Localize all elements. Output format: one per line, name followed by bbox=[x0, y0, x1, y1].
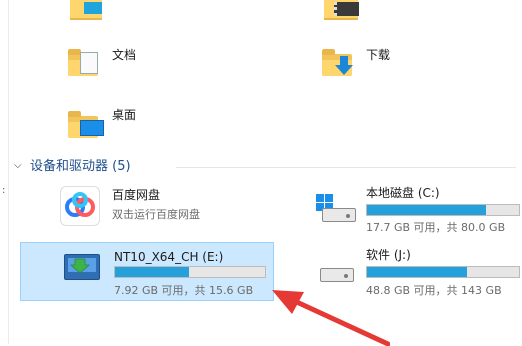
folder-label: 下载 bbox=[366, 48, 391, 62]
device-e-drive[interactable]: NT10_X64_CH (E:) 7.92 GB 可用，共 15.6 GB bbox=[56, 244, 276, 300]
folder-item-documents[interactable]: 文档 bbox=[66, 42, 246, 86]
baidu-netdisk-icon bbox=[60, 186, 100, 226]
drive-usage-fill bbox=[367, 267, 468, 277]
device-baidu-netdisk[interactable]: 百度网盘 双击运行百度网盘 bbox=[56, 186, 286, 232]
navigation-pane-edge bbox=[0, 0, 9, 344]
dvd-drive-icon bbox=[64, 254, 100, 280]
drive-name: 本地磁盘 (C:) bbox=[366, 186, 440, 200]
drive-space: 7.92 GB 可用，共 15.6 GB bbox=[114, 284, 254, 297]
download-arrow-icon bbox=[335, 56, 353, 75]
monitor-icon bbox=[80, 120, 104, 136]
folder-label: 桌面 bbox=[112, 108, 137, 122]
device-subtitle: 双击运行百度网盘 bbox=[112, 208, 200, 221]
film-strip-icon bbox=[334, 2, 359, 16]
windows-drive-icon bbox=[316, 194, 356, 222]
devices-section-header[interactable]: ⌵ 设备和驱动器 (5) bbox=[14, 158, 516, 178]
annotation-arrow-icon bbox=[272, 290, 390, 346]
chevron-down-icon: ⌵ bbox=[14, 160, 22, 171]
hard-drive-icon bbox=[316, 264, 356, 286]
drive-space: 17.7 GB 可用，共 80.0 GB bbox=[366, 221, 506, 234]
drive-usage-bar bbox=[114, 266, 266, 278]
drive-name: NT10_X64_CH (E:) bbox=[114, 250, 224, 264]
drive-usage-fill bbox=[115, 267, 189, 277]
folder-item-top-left[interactable] bbox=[70, 0, 104, 22]
device-name: 百度网盘 bbox=[112, 188, 161, 202]
drive-name: 软件 (J:) bbox=[366, 248, 411, 262]
folder-item-downloads[interactable]: 下载 bbox=[320, 42, 500, 86]
navigation-pane-marker: : bbox=[2, 185, 6, 196]
drive-usage-bar bbox=[366, 266, 520, 278]
folder-overlay-icon bbox=[84, 2, 102, 14]
folder-label: 文档 bbox=[112, 48, 137, 62]
drive-usage-bar bbox=[366, 204, 520, 216]
section-title: 设备和驱动器 (5) bbox=[30, 159, 131, 174]
drive-usage-fill bbox=[367, 205, 486, 215]
folder-item-top-right[interactable] bbox=[324, 0, 360, 22]
folder-item-desktop[interactable]: 桌面 bbox=[66, 104, 246, 148]
device-c-drive[interactable]: 本地磁盘 (C:) 17.7 GB 可用，共 80.0 GB bbox=[310, 184, 522, 242]
section-divider bbox=[176, 167, 516, 168]
document-page-icon bbox=[80, 52, 98, 74]
